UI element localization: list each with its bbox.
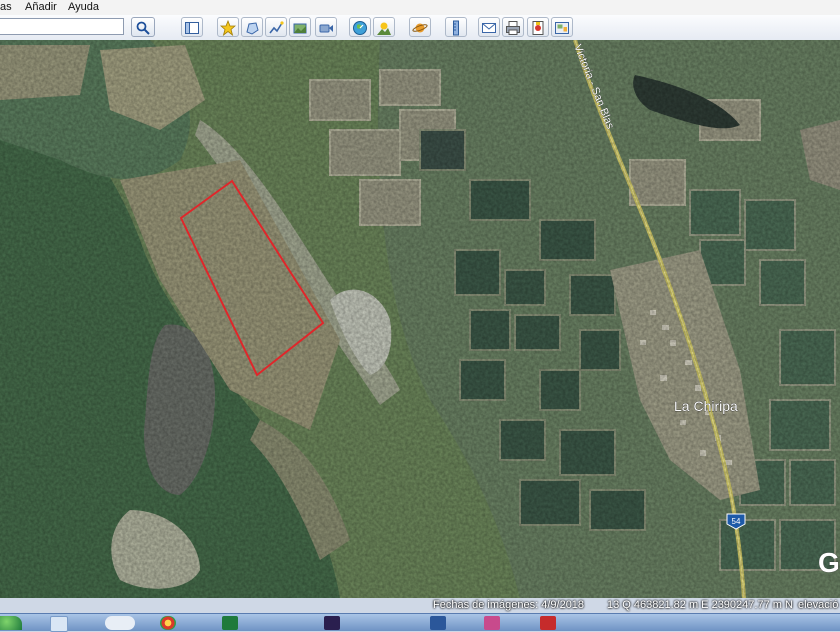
add-polygon-button[interactable] xyxy=(241,17,263,37)
save-image-button[interactable] xyxy=(527,17,549,37)
toolbar xyxy=(0,15,840,41)
ruler-icon xyxy=(453,20,459,35)
premiere-icon[interactable] xyxy=(324,616,340,630)
elevation-readout: elevació xyxy=(798,599,839,611)
menu-item-add[interactable]: Añadir xyxy=(25,1,57,13)
ruler-button[interactable] xyxy=(445,17,467,37)
historical-imagery-button[interactable] xyxy=(349,17,371,37)
chrome-icon[interactable] xyxy=(160,616,176,630)
sidebar-icon xyxy=(185,21,199,34)
email-button[interactable] xyxy=(478,17,500,37)
word-icon[interactable] xyxy=(430,616,446,630)
google-logo: G xyxy=(818,547,840,578)
start-orb-icon[interactable] xyxy=(0,616,22,630)
excel-icon[interactable] xyxy=(222,616,238,630)
media-icon[interactable] xyxy=(484,616,500,630)
email-icon xyxy=(482,22,496,33)
polygon-icon xyxy=(246,21,259,35)
satellite-imagery[interactable]: Victoria - San Blas La Chiripa 54 G xyxy=(0,40,840,598)
search-input[interactable] xyxy=(0,18,124,35)
satellite-map-view[interactable]: Victoria - San Blas La Chiripa 54 G xyxy=(0,40,840,598)
menu-bar: as Añadir Ayuda xyxy=(0,0,840,15)
add-placemark-button[interactable] xyxy=(217,17,239,37)
historical-imagery-icon xyxy=(353,20,367,35)
menu-item-help[interactable]: Ayuda xyxy=(68,1,99,13)
pdf-icon[interactable] xyxy=(540,616,556,630)
view-in-maps-button[interactable] xyxy=(551,17,573,37)
imagery-date: Fechas de imágenes: 4/9/2018 xyxy=(433,599,585,611)
image-overlay-icon xyxy=(293,23,307,33)
coordinates-readout: 13 Q 463821.82 m E 2390247.77 m N xyxy=(607,599,793,611)
path-icon xyxy=(269,20,284,33)
add-image-overlay-button[interactable] xyxy=(289,17,311,37)
planets-button[interactable] xyxy=(409,17,431,37)
print-button[interactable] xyxy=(502,17,524,37)
sunlight-button[interactable] xyxy=(373,17,395,37)
search-icon xyxy=(136,21,150,35)
placemark-icon xyxy=(220,19,236,36)
taskbar xyxy=(0,613,840,632)
planets-icon xyxy=(412,23,428,32)
sunlight-icon xyxy=(377,22,391,35)
status-bar: Fechas de imágenes: 4/9/2018 13 Q 463821… xyxy=(430,599,840,613)
highway-number: 54 xyxy=(732,517,741,526)
search-button[interactable] xyxy=(131,17,155,37)
add-path-button[interactable] xyxy=(265,17,287,37)
view-in-maps-icon xyxy=(555,21,569,34)
record-tour-icon xyxy=(319,24,333,32)
save-image-icon xyxy=(532,20,544,35)
record-tour-button[interactable] xyxy=(315,17,337,37)
sidebar-toggle-button[interactable] xyxy=(181,17,203,37)
place-label: La Chiripa xyxy=(674,398,738,414)
menu-item-partial[interactable]: as xyxy=(0,1,12,13)
print-icon xyxy=(506,20,520,35)
browser-icon[interactable] xyxy=(105,616,135,630)
